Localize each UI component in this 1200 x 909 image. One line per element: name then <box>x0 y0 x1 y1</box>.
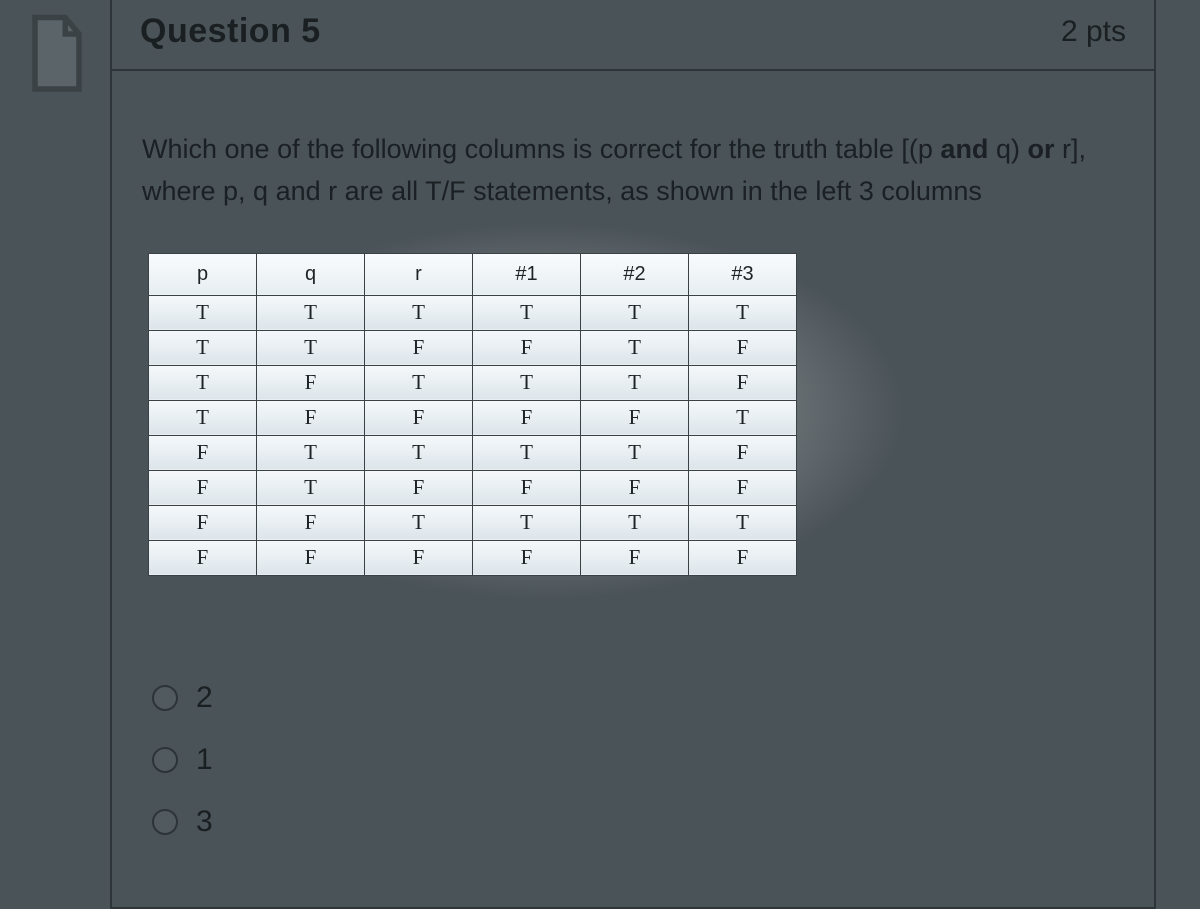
cell: F <box>257 540 365 575</box>
table-header-row: pqr#1#2#3 <box>149 253 797 295</box>
table-row: FTFFFF <box>149 470 797 505</box>
cell: T <box>149 295 257 330</box>
cell: T <box>689 505 797 540</box>
answer-options: 2 1 3 <box>152 681 1124 839</box>
table-row: TTTTTT <box>149 295 797 330</box>
cell: F <box>149 540 257 575</box>
option-1[interactable]: 1 <box>152 743 1124 777</box>
cell: T <box>473 365 581 400</box>
truth-table-container: pqr#1#2#3 TTTTTTTTFFTFTFTTTFTFFFFTFTTTTF… <box>148 253 797 576</box>
col-header-r: r <box>365 253 473 295</box>
table-row: TFTTTF <box>149 365 797 400</box>
cell: T <box>473 435 581 470</box>
cell: F <box>689 435 797 470</box>
col-header-num1: #1 <box>473 253 581 295</box>
table-row: TFFFFT <box>149 400 797 435</box>
option-label: 2 <box>196 681 213 715</box>
option-3[interactable]: 3 <box>152 805 1124 839</box>
cell: T <box>581 295 689 330</box>
table-row: FTTTTF <box>149 435 797 470</box>
cell: T <box>257 435 365 470</box>
cell: T <box>257 470 365 505</box>
cell: F <box>257 365 365 400</box>
cell: T <box>257 330 365 365</box>
cell: T <box>365 365 473 400</box>
cell: T <box>257 295 365 330</box>
cell: T <box>473 505 581 540</box>
table-row: TTFFTF <box>149 330 797 365</box>
col-header-num2: #2 <box>581 253 689 295</box>
option-label: 3 <box>196 805 213 839</box>
cell: T <box>365 295 473 330</box>
radio-icon[interactable] <box>152 685 178 711</box>
radio-icon[interactable] <box>152 747 178 773</box>
question-body: Which one of the following columns is co… <box>112 71 1154 907</box>
cell: F <box>473 400 581 435</box>
col-header-num3: #3 <box>689 253 797 295</box>
question-points: 2 pts <box>1061 15 1126 49</box>
radio-icon[interactable] <box>152 809 178 835</box>
cell: F <box>689 330 797 365</box>
table-row: FFFFFF <box>149 540 797 575</box>
cell: F <box>365 470 473 505</box>
cell: F <box>149 505 257 540</box>
col-header-p: p <box>149 253 257 295</box>
cell: F <box>581 540 689 575</box>
truth-table: pqr#1#2#3 TTTTTTTTFFTFTFTTTFTFFFFTFTTTTF… <box>148 253 797 576</box>
cell: F <box>365 400 473 435</box>
question-title: Question 5 <box>140 12 321 51</box>
cell: F <box>581 470 689 505</box>
cell: F <box>365 540 473 575</box>
cell: T <box>581 435 689 470</box>
page-icon <box>24 82 90 99</box>
cell: F <box>689 470 797 505</box>
cell: F <box>473 470 581 505</box>
col-header-q: q <box>257 253 365 295</box>
cell: F <box>149 435 257 470</box>
option-label: 1 <box>196 743 213 777</box>
cell: F <box>473 330 581 365</box>
cell: F <box>257 505 365 540</box>
question-card: Question 5 2 pts Which one of the follow… <box>110 0 1156 909</box>
cell: T <box>365 435 473 470</box>
option-2[interactable]: 2 <box>152 681 1124 715</box>
cell: T <box>149 365 257 400</box>
cell: T <box>149 400 257 435</box>
cell: T <box>581 330 689 365</box>
cell: T <box>689 400 797 435</box>
table-row: FFTTTT <box>149 505 797 540</box>
cell: F <box>581 400 689 435</box>
cell: T <box>581 365 689 400</box>
question-prompt: Which one of the following columns is co… <box>142 129 1124 213</box>
table-body: TTTTTTTTFFTFTFTTTFTFFFFTFTTTTFFTFFFFFFTT… <box>149 295 797 575</box>
cell: F <box>473 540 581 575</box>
cell: T <box>365 505 473 540</box>
cell: F <box>689 365 797 400</box>
cell: T <box>689 295 797 330</box>
cell: T <box>149 330 257 365</box>
cell: F <box>365 330 473 365</box>
question-header: Question 5 2 pts <box>112 0 1154 71</box>
cell: F <box>689 540 797 575</box>
cell: F <box>257 400 365 435</box>
cell: T <box>581 505 689 540</box>
cell: T <box>473 295 581 330</box>
cell: F <box>149 470 257 505</box>
